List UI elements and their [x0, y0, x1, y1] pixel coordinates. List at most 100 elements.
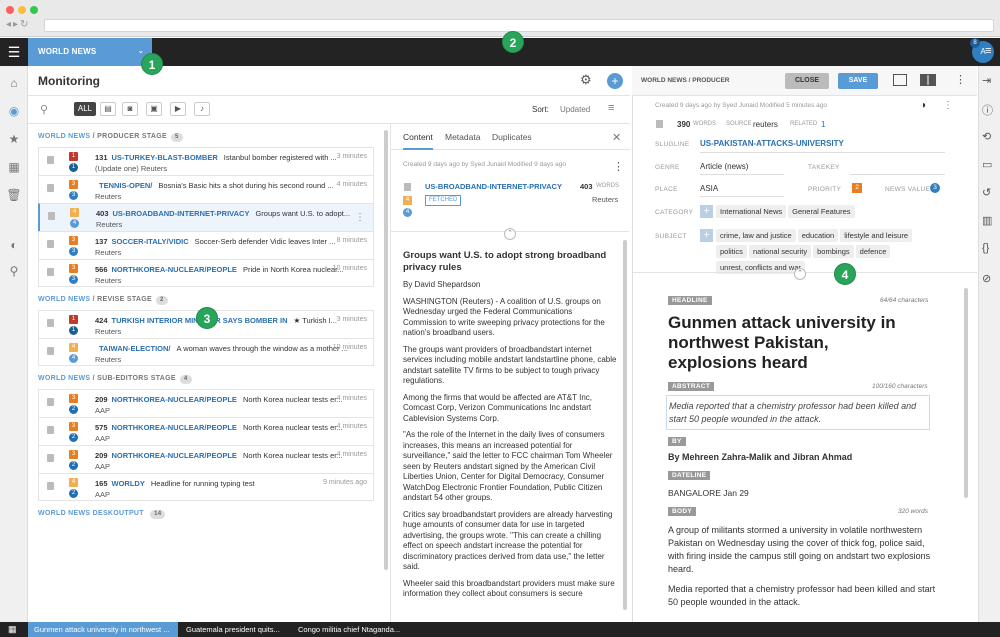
byline-input[interactable]: By Mehreen Zahra-Malik and Jibran Ahmad: [668, 452, 852, 462]
place-select[interactable]: ASIA: [700, 184, 784, 197]
subject-tag[interactable]: national security: [748, 245, 812, 258]
tab-duplicates[interactable]: Duplicates: [492, 132, 532, 142]
list-scrollbar[interactable]: [384, 130, 388, 570]
more-vertical-icon[interactable]: ⋮: [955, 73, 966, 86]
subject-tag[interactable]: defence: [855, 245, 891, 258]
list-item[interactable]: 4 4 403 US-BROADBAND-INTERNET-PRIVACY Grou…: [38, 203, 374, 231]
item-line: 131 US-TURKEY-BLAST-BOMBER Istanbul bomber…: [95, 153, 351, 162]
filter-text-icon[interactable]: ▤: [100, 102, 116, 116]
group-header[interactable]: WORLD NEWS DESKOUTPUT 14: [38, 510, 376, 519]
macros-icon[interactable]: {}: [982, 242, 989, 254]
slugline-input[interactable]: US-PAKISTAN-ATTACKS-UNIVERSITY: [700, 139, 945, 153]
user-icon[interactable]: ◐: [0, 238, 28, 252]
list-item[interactable]: 3 2 209 NORTHKOREA-NUCLEAR/PEOPLE North Ko…: [38, 389, 374, 417]
group-header[interactable]: WORLD NEWS / SUB-EDITORS STAGE 4: [38, 375, 376, 384]
left-sidebar: [0, 66, 28, 622]
top-menu-icon[interactable]: ≡: [985, 45, 991, 57]
group-header[interactable]: WORLD NEWS / PRODUCER STAGE 5: [38, 133, 376, 142]
history-icon[interactable]: ↺: [982, 186, 991, 199]
takekey-input[interactable]: [850, 174, 945, 175]
star-icon[interactable]: ★: [0, 132, 28, 146]
subject-tag[interactable]: education: [797, 229, 839, 242]
sort-select[interactable]: Updated: [560, 105, 590, 114]
group-header[interactable]: WORLD NEWS / REVISE STAGE 2: [38, 296, 376, 305]
search-icon[interactable]: ⚲: [0, 264, 28, 278]
contrast-icon[interactable]: ◑: [920, 100, 926, 111]
preview-scrollbar[interactable]: [623, 240, 627, 610]
item-source: AAP: [95, 462, 110, 471]
hamburger-menu-icon[interactable]: ☰: [0, 38, 28, 66]
filter-all-button[interactable]: ALL: [74, 102, 96, 116]
add-subject-button[interactable]: +: [700, 229, 713, 242]
genre-select[interactable]: Article (news): [700, 162, 784, 175]
monitoring-eye-icon[interactable]: ◉: [0, 104, 28, 118]
open-item-tab[interactable]: Gunmen attack university in northwest ..…: [28, 622, 178, 637]
maximize-window-icon[interactable]: [30, 6, 38, 14]
close-button[interactable]: CLOSE: [785, 73, 829, 89]
category-tag[interactable]: International News: [716, 205, 787, 218]
abstract-input[interactable]: Media reported that a chemistry professo…: [666, 395, 930, 430]
list-item[interactable]: 3 2 209 NORTHKOREA-NUCLEAR/PEOPLE North Ko…: [38, 445, 374, 473]
more-vertical-icon[interactable]: ⋮: [943, 100, 953, 111]
close-icon[interactable]: ✕: [612, 131, 621, 144]
priority-select[interactable]: 2: [852, 183, 862, 193]
preview-paragraph: Among the firms that would be affected a…: [403, 392, 592, 423]
home-icon[interactable]: ⌂: [0, 76, 28, 90]
subject-tag[interactable]: bombings: [813, 245, 854, 258]
filter-audio-icon[interactable]: ♪: [194, 102, 210, 116]
add-item-button[interactable]: +: [607, 73, 623, 89]
hide-icon[interactable]: ⊘: [982, 272, 991, 285]
subject-tag[interactable]: lifestyle and leisure: [840, 229, 913, 242]
single-view-icon[interactable]: [893, 74, 907, 86]
search-icon[interactable]: ⚲: [40, 103, 48, 116]
tab-content[interactable]: Content: [403, 132, 433, 150]
filter-video-icon[interactable]: ▶: [170, 102, 186, 116]
list-item[interactable]: 4 4 TAIWAN-ELECTION/A woman waves throug…: [38, 338, 374, 366]
item-headline: Pride in North Korea nuclear...: [242, 265, 344, 274]
headline-input[interactable]: Gunmen attack university in northwest Pa…: [668, 313, 918, 373]
url-bar[interactable]: [44, 19, 994, 32]
preview-paragraph: "As the role of the Internet in the dail…: [403, 430, 613, 502]
save-button[interactable]: SAVE: [838, 73, 878, 89]
split-view-icon[interactable]: [920, 74, 936, 86]
filter-photo-icon[interactable]: ◙: [122, 102, 138, 116]
list-item[interactable]: 3 3 566 NORTHKOREA-NUCLEAR/PEOPLE Pride in…: [38, 259, 374, 287]
subject-tag[interactable]: politics: [716, 245, 747, 258]
trash-icon[interactable]: 🗑: [0, 188, 28, 202]
tab-metadata[interactable]: Metadata: [445, 132, 480, 142]
calendar-icon[interactable]: ▦: [0, 160, 28, 174]
open-item-tab[interactable]: Guatemala president quits...: [180, 622, 292, 637]
list-item[interactable]: 4 2 165 WORLDY Headline for running typing…: [38, 473, 374, 501]
more-vertical-icon[interactable]: ⋮: [613, 160, 624, 173]
sync-icon[interactable]: ⟲: [982, 130, 991, 143]
list-item[interactable]: 3 2 575 NORTHKOREA-NUCLEAR/PEOPLE North Ko…: [38, 417, 374, 445]
collapse-chevron-icon[interactable]: ⌃: [504, 228, 516, 240]
category-tag[interactable]: General Features: [788, 205, 855, 218]
comments-icon[interactable]: ▭: [982, 158, 992, 171]
subject-tag[interactable]: crime, law and justice: [716, 229, 796, 242]
grid-icon[interactable]: ▦: [8, 624, 17, 635]
dateline-input[interactable]: BANGALORE Jan 29: [668, 488, 749, 498]
filter-graphic-icon[interactable]: ▣: [146, 102, 162, 116]
archive-icon[interactable]: ▥: [982, 214, 992, 227]
body-input[interactable]: A group of militants stormed a universit…: [668, 524, 938, 616]
collapse-chevron-icon[interactable]: ⌃: [794, 268, 806, 280]
news-value-select[interactable]: 3: [930, 183, 940, 193]
related-value[interactable]: 1: [821, 120, 825, 129]
info-icon[interactable]: ⓘ: [982, 102, 993, 118]
list-item[interactable]: 3 3 137 SOCCER-ITALY/VIDIC Soccer-Serb def…: [38, 231, 374, 259]
more-vertical-icon[interactable]: ⋮: [355, 212, 365, 223]
editor-scrollbar[interactable]: [964, 288, 968, 498]
priority-badge: 1: [69, 163, 78, 172]
open-item-tab[interactable]: Congo militia chief Ntaganda...: [292, 622, 442, 637]
list-item[interactable]: 3 3 TENNIS-OPEN/Bosnia's Basic hits a sh…: [38, 175, 374, 203]
gear-icon[interactable]: ⚙: [580, 72, 592, 88]
close-window-icon[interactable]: [6, 6, 14, 14]
list-item[interactable]: 1 1 131 US-TURKEY-BLAST-BOMBER Istanbul bo…: [38, 147, 374, 175]
desk-selector[interactable]: WORLD NEWS ⌄: [28, 38, 152, 66]
add-category-button[interactable]: +: [700, 205, 713, 218]
minimize-window-icon[interactable]: [18, 6, 26, 14]
browser-nav-arrows-icon[interactable]: ◂▸↻: [6, 19, 30, 30]
exit-icon[interactable]: ⇥: [982, 74, 991, 87]
sort-order-icon[interactable]: ≡: [608, 102, 614, 114]
